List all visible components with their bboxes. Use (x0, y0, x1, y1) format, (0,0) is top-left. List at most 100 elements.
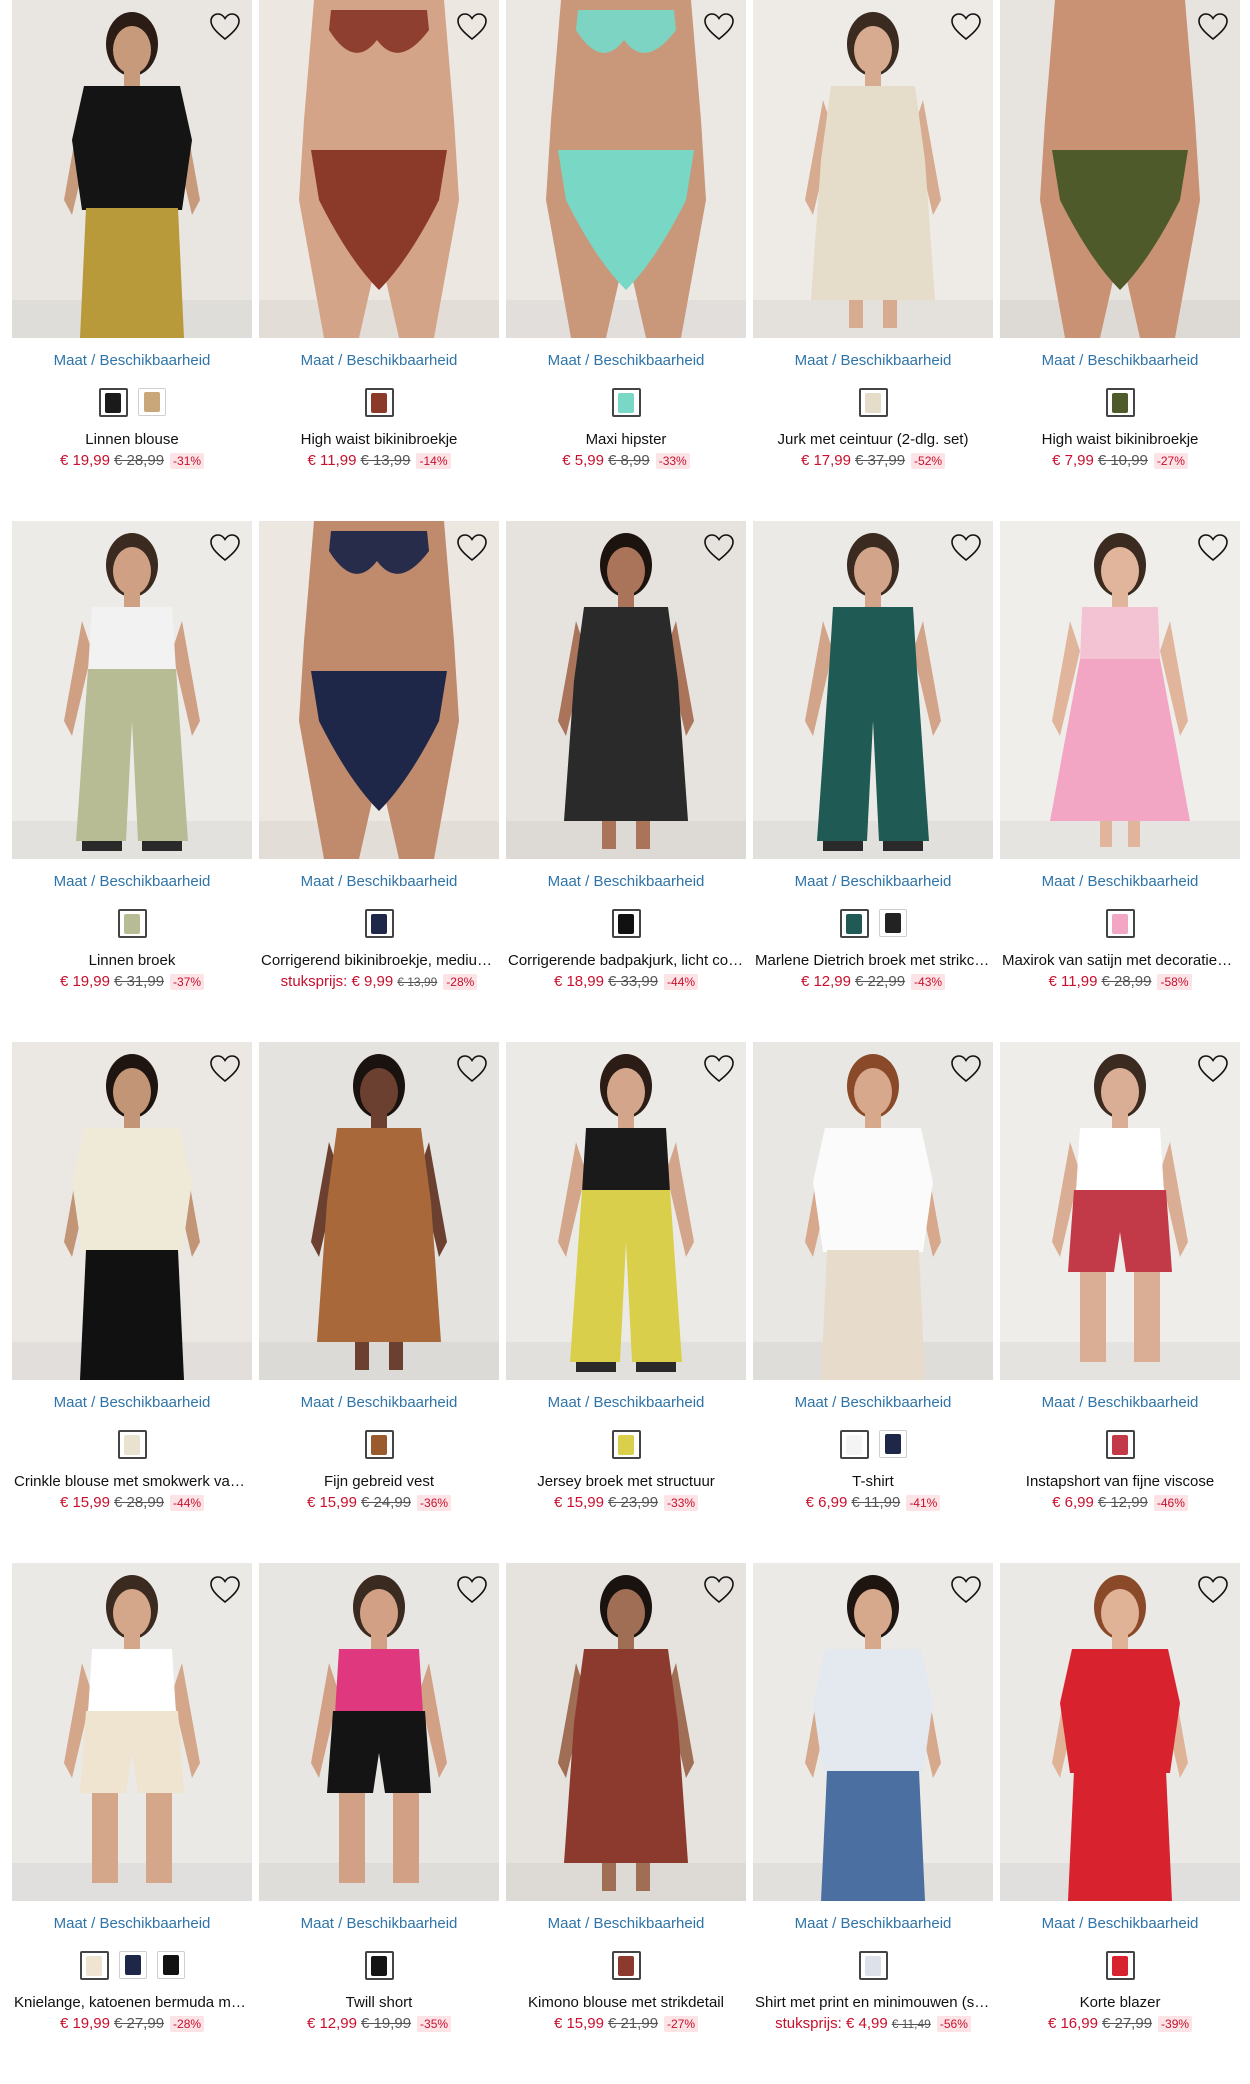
wishlist-heart-icon[interactable] (1196, 1052, 1230, 1086)
wishlist-heart-icon[interactable] (208, 10, 242, 44)
product-name[interactable]: Crinkle blouse met smokwerk van s... (12, 1472, 252, 1491)
color-swatch[interactable] (858, 388, 888, 417)
product-name[interactable]: Maxi hipster (506, 430, 746, 449)
wishlist-heart-icon[interactable] (949, 1573, 983, 1607)
color-swatch[interactable] (878, 909, 907, 937)
product-name[interactable]: Maxirok van satijn met decoratieve ... (1000, 951, 1240, 970)
color-swatch[interactable] (117, 1430, 147, 1459)
color-swatch[interactable] (858, 1951, 888, 1980)
size-availability-link[interactable]: Maat / Beschikbaarheid (12, 873, 252, 891)
wishlist-heart-icon[interactable] (455, 1573, 489, 1607)
wishlist-heart-icon[interactable] (208, 1052, 242, 1086)
wishlist-heart-icon[interactable] (949, 1052, 983, 1086)
size-availability-link[interactable]: Maat / Beschikbaarheid (1000, 1915, 1240, 1933)
color-swatch[interactable] (117, 909, 147, 938)
product-name[interactable]: Marlene Dietrich broek met strikce... (753, 951, 993, 970)
size-availability-link[interactable]: Maat / Beschikbaarheid (506, 1915, 746, 1933)
size-availability-link[interactable]: Maat / Beschikbaarheid (1000, 873, 1240, 891)
color-swatch[interactable] (79, 1951, 109, 1980)
product-card[interactable]: Maat / Beschikbaarheid Jurk met ceintuur … (753, 0, 993, 521)
size-availability-link[interactable]: Maat / Beschikbaarheid (506, 352, 746, 370)
size-availability-link[interactable]: Maat / Beschikbaarheid (506, 873, 746, 891)
wishlist-heart-icon[interactable] (455, 10, 489, 44)
product-name[interactable]: Linnen broek (12, 951, 252, 970)
color-swatch[interactable] (839, 1430, 869, 1459)
wishlist-heart-icon[interactable] (208, 531, 242, 565)
product-image[interactable] (506, 0, 746, 338)
size-availability-link[interactable]: Maat / Beschikbaarheid (753, 1394, 993, 1412)
product-card[interactable]: Maat / Beschikbaarheid Shirt met print en… (753, 1563, 993, 2084)
wishlist-heart-icon[interactable] (1196, 1573, 1230, 1607)
size-availability-link[interactable]: Maat / Beschikbaarheid (12, 1915, 252, 1933)
size-availability-link[interactable]: Maat / Beschikbaarheid (259, 352, 499, 370)
wishlist-heart-icon[interactable] (455, 531, 489, 565)
product-name[interactable]: Knielange, katoenen bermuda met ... (12, 1993, 252, 2012)
color-swatch[interactable] (364, 909, 394, 938)
color-swatch[interactable] (364, 1430, 394, 1459)
wishlist-heart-icon[interactable] (702, 1573, 736, 1607)
color-swatch[interactable] (118, 1951, 147, 1979)
product-card[interactable]: Maat / Beschikbaarheid Marlene Dietrich b… (753, 521, 993, 1042)
color-swatch[interactable] (611, 1430, 641, 1459)
color-swatch[interactable] (364, 388, 394, 417)
wishlist-heart-icon[interactable] (949, 531, 983, 565)
product-card[interactable]: Maat / Beschikbaarheid Knielange, katoene… (12, 1563, 252, 2084)
product-name[interactable]: High waist bikinibroekje (1000, 430, 1240, 449)
product-image[interactable] (753, 1042, 993, 1380)
product-name[interactable]: High waist bikinibroekje (259, 430, 499, 449)
size-availability-link[interactable]: Maat / Beschikbaarheid (506, 1394, 746, 1412)
size-availability-link[interactable]: Maat / Beschikbaarheid (753, 873, 993, 891)
product-image[interactable] (12, 0, 252, 338)
product-image[interactable] (506, 521, 746, 859)
product-name[interactable]: Fijn gebreid vest (259, 1472, 499, 1491)
product-card[interactable]: Maat / Beschikbaarheid Kimono blouse met … (506, 1563, 746, 2084)
size-availability-link[interactable]: Maat / Beschikbaarheid (12, 1394, 252, 1412)
product-image[interactable] (259, 1563, 499, 1901)
product-card[interactable]: Maat / Beschikbaarheid Twill short € 12,99… (259, 1563, 499, 2084)
wishlist-heart-icon[interactable] (1196, 531, 1230, 565)
wishlist-heart-icon[interactable] (702, 531, 736, 565)
product-card[interactable]: Maat / Beschikbaarheid T-shirt € 6,99 € 11,… (753, 1042, 993, 1563)
product-image[interactable] (1000, 521, 1240, 859)
product-image[interactable] (1000, 1563, 1240, 1901)
color-swatch[interactable] (611, 909, 641, 938)
product-image[interactable] (259, 0, 499, 338)
product-image[interactable] (506, 1563, 746, 1901)
product-name[interactable]: Corrigerende badpakjurk, licht cor... (506, 951, 746, 970)
wishlist-heart-icon[interactable] (208, 1573, 242, 1607)
product-image[interactable] (12, 1042, 252, 1380)
product-card[interactable]: Maat / Beschikbaarheid Corrigerend bikini… (259, 521, 499, 1042)
product-name[interactable]: Twill short (259, 1993, 499, 2012)
product-card[interactable]: Maat / Beschikbaarheid Maxirok van satijn… (1000, 521, 1240, 1042)
size-availability-link[interactable]: Maat / Beschikbaarheid (259, 1394, 499, 1412)
color-swatch[interactable] (1105, 388, 1135, 417)
color-swatch[interactable] (1105, 1430, 1135, 1459)
color-swatch[interactable] (364, 1951, 394, 1980)
product-card[interactable]: Maat / Beschikbaarheid Fijn gebreid vest €… (259, 1042, 499, 1563)
product-image[interactable] (506, 1042, 746, 1380)
product-image[interactable] (1000, 0, 1240, 338)
color-swatch[interactable] (1105, 909, 1135, 938)
color-swatch[interactable] (839, 909, 869, 938)
product-card[interactable]: Maat / Beschikbaarheid Corrigerende badpa… (506, 521, 746, 1042)
color-swatch[interactable] (1105, 1951, 1135, 1980)
wishlist-heart-icon[interactable] (1196, 10, 1230, 44)
product-card[interactable]: Maat / Beschikbaarheid Korte blazer € 16,9… (1000, 1563, 1240, 2084)
product-image[interactable] (12, 521, 252, 859)
product-image[interactable] (12, 1563, 252, 1901)
product-card[interactable]: Maat / Beschikbaarheid Instapshort van fi… (1000, 1042, 1240, 1563)
product-card[interactable]: Maat / Beschikbaarheid High waist bikinib… (1000, 0, 1240, 521)
size-availability-link[interactable]: Maat / Beschikbaarheid (1000, 352, 1240, 370)
product-name[interactable]: Kimono blouse met strikdetail (506, 1993, 746, 2012)
product-image[interactable] (259, 1042, 499, 1380)
product-image[interactable] (259, 521, 499, 859)
product-image[interactable] (753, 0, 993, 338)
product-card[interactable]: Maat / Beschikbaarheid Maxi hipster € 5,99… (506, 0, 746, 521)
color-swatch[interactable] (611, 1951, 641, 1980)
color-swatch[interactable] (156, 1951, 185, 1979)
size-availability-link[interactable]: Maat / Beschikbaarheid (259, 873, 499, 891)
size-availability-link[interactable]: Maat / Beschikbaarheid (12, 352, 252, 370)
product-name[interactable]: Instapshort van fijne viscose (1000, 1472, 1240, 1491)
product-card[interactable]: Maat / Beschikbaarheid Jersey broek met s… (506, 1042, 746, 1563)
product-card[interactable]: Maat / Beschikbaarheid High waist bikinib… (259, 0, 499, 521)
